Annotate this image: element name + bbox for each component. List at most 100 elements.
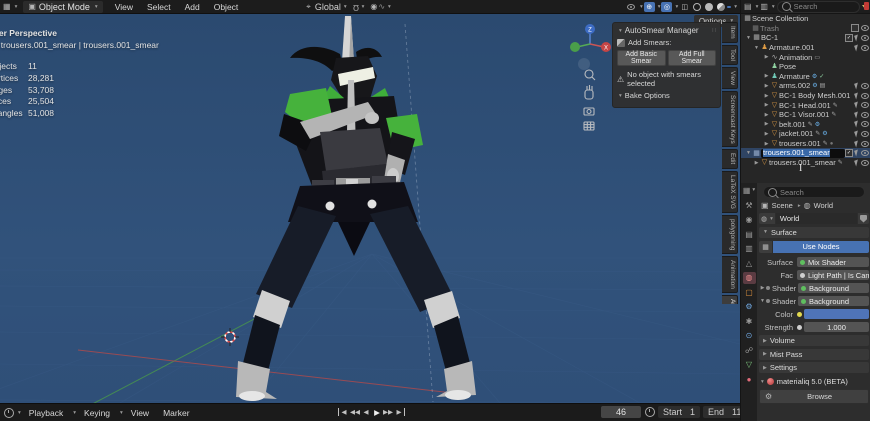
row-armature-001[interactable]: ▼ ♟ Armature.001 (741, 43, 870, 53)
tab-physics-icon[interactable]: ⊙ (743, 330, 756, 342)
section-volume[interactable]: ▶ Volume (759, 335, 869, 346)
row-bc1[interactable]: ▼ ▦ BC-1 ✓ (741, 33, 870, 43)
fac-value-field[interactable]: Light Path | Is Camer (797, 270, 869, 280)
menu-object[interactable]: Object (208, 2, 245, 12)
expander-icon[interactable]: ▶ (763, 54, 770, 60)
outliner-search[interactable] (777, 1, 860, 13)
bake-collapse-icon[interactable]: ▾ (619, 93, 622, 99)
tab-screencast-keys[interactable]: Screencast Keys (722, 91, 738, 148)
expander-icon[interactable]: ▼ (753, 45, 760, 51)
tab-particles-icon[interactable]: ✱ (743, 316, 756, 328)
row-body-mesh[interactable]: ▶ ▽ BC-1 Body Mesh.001 (741, 91, 870, 101)
menu-select[interactable]: Select (141, 2, 177, 12)
proportional-edit-icon[interactable]: ◉ (370, 3, 377, 11)
selectability-icon[interactable] (854, 102, 860, 109)
timeline-editor-icon[interactable] (4, 408, 14, 418)
eye-icon[interactable] (861, 160, 869, 166)
tab-scene-icon[interactable]: △ (743, 258, 756, 270)
row-trousers-smear-child[interactable]: ▶ ▽ trousers.001_smear ✎ (741, 158, 870, 168)
selectability-icon[interactable] (854, 121, 860, 128)
show-gizmo-toggle[interactable]: ⊕ (644, 2, 655, 12)
shading-wireframe-button[interactable] (691, 2, 702, 12)
world-browse-button[interactable]: ◍▾ (759, 213, 775, 224)
tab-animation[interactable]: Animation (722, 256, 738, 293)
snap-group[interactable]: Ω ▾ (353, 3, 365, 11)
selectability-icon[interactable] (854, 159, 860, 166)
browse-button[interactable]: ⚙ Browse (759, 389, 869, 404)
tab-material-icon[interactable]: ● (743, 374, 756, 386)
tab-view-layer-icon[interactable]: ▥ (743, 243, 756, 255)
selectability-icon[interactable] (854, 140, 860, 147)
outliner-editor-icon[interactable]: ▤ (744, 3, 752, 11)
selectability-icon[interactable] (854, 92, 860, 99)
exclude-checkbox[interactable]: ✓ (845, 149, 853, 157)
shader1-value-field[interactable]: Background (798, 283, 869, 293)
tab-tool-icon[interactable]: ⚒ (743, 200, 756, 212)
orientation-group[interactable]: ⌖ Global ▾ (306, 2, 346, 12)
use-preview-range-icon[interactable] (645, 407, 655, 417)
row-pose[interactable]: ♟ Pose (741, 62, 870, 72)
expander-icon[interactable]: ▶ (763, 112, 770, 118)
navigation-gizmo[interactable]: Z X (566, 22, 612, 134)
rename-input[interactable]: trousers.001_smear (761, 149, 845, 158)
row-jacket[interactable]: ▶ ▽ jacket.001 ✎ ⚙ (741, 129, 870, 139)
row-head-mesh[interactable]: ▶ ▽ BC-1 Head.001 ✎ (741, 100, 870, 110)
selectability-icon[interactable] (854, 150, 860, 157)
tab-item[interactable]: Item (722, 22, 738, 43)
eye-icon[interactable] (861, 45, 869, 51)
row-trousers[interactable]: ▶ ▽ trousers.001 ✎ ● (741, 139, 870, 149)
xray-toggle[interactable]: ◫ (679, 2, 690, 12)
tab-latex-svg[interactable]: LaTeX SVG (722, 171, 738, 213)
panel-drag-handle[interactable]: ∷ (712, 27, 716, 34)
menu-tl-view[interactable]: View (125, 408, 155, 418)
display-mode-icon[interactable]: ▥ (760, 3, 768, 11)
editor-type-icon[interactable]: ▦ (3, 3, 11, 11)
current-frame-field[interactable]: 46 (601, 406, 641, 418)
row-scene-collection[interactable]: ▦ Scene Collection (741, 14, 870, 24)
shading-rendered-button[interactable] (727, 6, 731, 8)
jump-to-start-button[interactable]: ◀ (338, 408, 349, 416)
properties-search-input[interactable] (780, 188, 860, 197)
section-surface[interactable]: ▼ Surface (759, 227, 869, 238)
eye-icon[interactable] (861, 102, 869, 108)
selectability-icon[interactable] (854, 111, 860, 118)
shading-solid-button[interactable] (703, 2, 714, 12)
use-nodes-button[interactable]: Use Nodes (773, 241, 869, 253)
bake-options-label[interactable]: Bake Options (625, 91, 670, 100)
row-animation[interactable]: ▶ ∿ Animation ▭ (741, 52, 870, 62)
tab-edit[interactable]: Edit (722, 149, 738, 168)
selectability-icon[interactable] (854, 34, 860, 41)
menu-view[interactable]: View (109, 2, 139, 12)
start-frame-field[interactable]: Start 1 (658, 406, 700, 418)
tab-auto-smear[interactable]: Auto Smear (722, 295, 738, 304)
expander-icon[interactable]: ▼ (745, 35, 752, 41)
tab-output-icon[interactable]: ▤ (743, 229, 756, 241)
eye-icon[interactable] (861, 141, 869, 147)
eye-icon[interactable] (861, 25, 869, 31)
section-settings[interactable]: ▶ Settings (759, 362, 869, 373)
eye-icon[interactable] (861, 131, 869, 137)
row-trash[interactable]: ▦ Trash (741, 24, 870, 34)
selectability-icon[interactable] (854, 82, 860, 89)
menu-playback[interactable]: Playback (23, 408, 70, 418)
prev-keyframe-button[interactable]: ◀◀ (350, 408, 360, 416)
expander-icon[interactable]: ▶ (763, 121, 770, 127)
shader2-value-field[interactable]: Background (798, 296, 869, 306)
expander-icon[interactable]: ▶ (759, 285, 766, 291)
play-reverse-button[interactable]: ◀ (361, 408, 371, 416)
expander-icon[interactable]: ▶ (753, 160, 760, 166)
menu-add[interactable]: Add (179, 2, 206, 12)
expander-icon[interactable]: ▶ (763, 83, 770, 89)
row-belt[interactable]: ▶ ▽ belt.001 ✎ ⚙ (741, 120, 870, 130)
breadcrumb-scene[interactable]: Scene (772, 201, 793, 210)
menu-keying[interactable]: Keying (78, 408, 116, 418)
color-swatch[interactable] (804, 309, 869, 319)
tab-modifiers-icon[interactable]: ⚙ (743, 301, 756, 313)
breadcrumb-world[interactable]: World (814, 201, 833, 210)
section-mist-pass[interactable]: ▶ Mist Pass (759, 349, 869, 360)
shading-material-button[interactable] (715, 2, 726, 12)
tab-tool[interactable]: Tool (722, 45, 738, 65)
outliner-search-input[interactable] (794, 2, 855, 11)
expander-icon[interactable]: ▶ (763, 93, 770, 99)
object-visibility-icon[interactable] (626, 2, 637, 12)
